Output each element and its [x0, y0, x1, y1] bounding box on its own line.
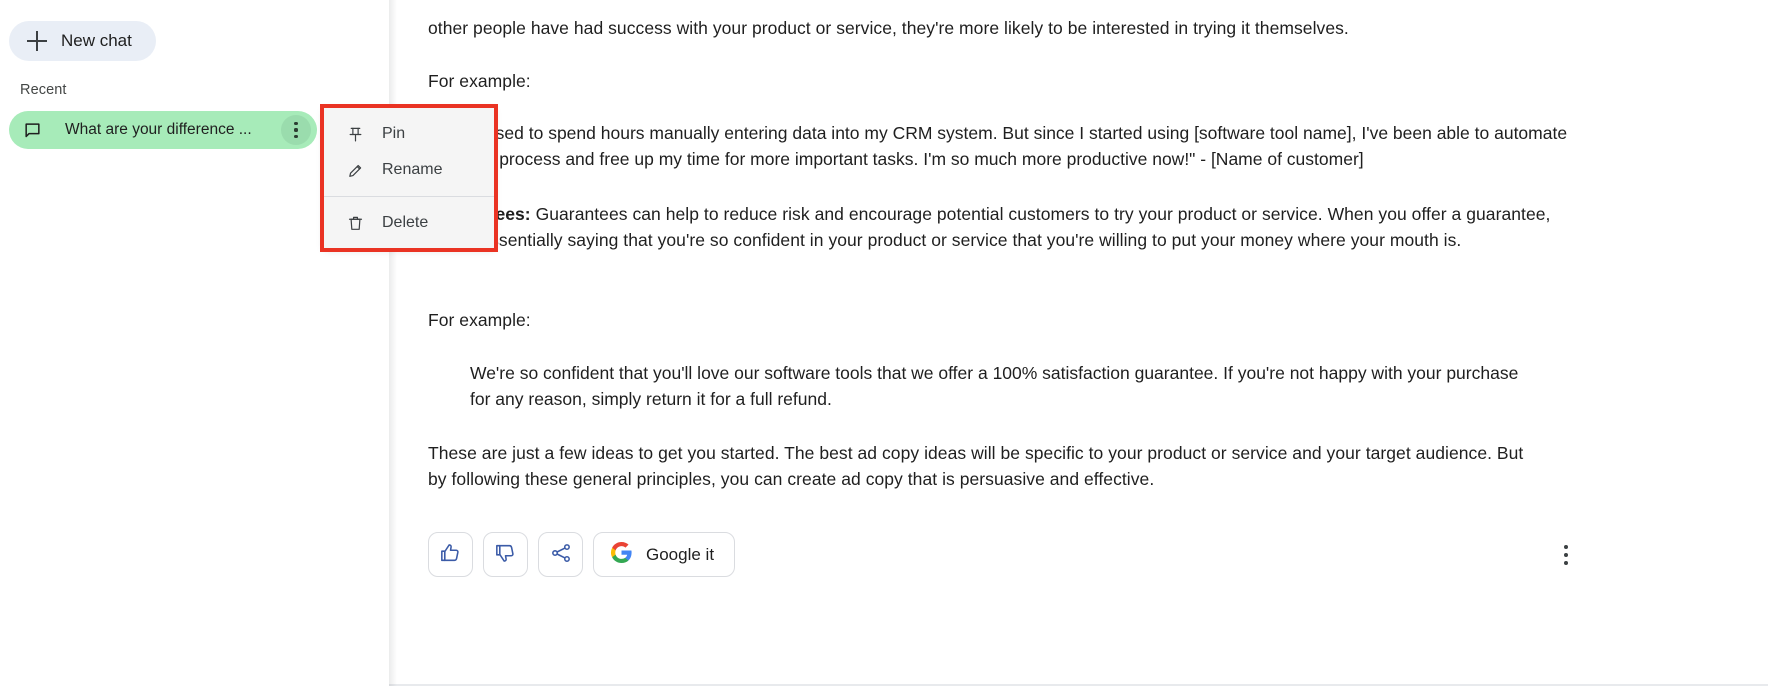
plus-icon: [27, 31, 47, 51]
bard-chat-window: New chat Recent What are your difference…: [0, 0, 1768, 686]
new-chat-button[interactable]: New chat: [9, 21, 156, 61]
thumb-up-icon: [440, 542, 462, 567]
context-menu-label-delete: Delete: [382, 214, 429, 231]
thumb-down-icon: [495, 542, 517, 567]
response-action-bar: Google it: [428, 532, 736, 577]
new-chat-label: New chat: [61, 31, 132, 50]
pencil-icon: [346, 161, 364, 179]
paragraph-conclusion: These are just a few ideas to get you st…: [428, 443, 1524, 489]
paragraph-guarantees: Guarantees: Guarantees can help to reduc…: [428, 201, 1556, 253]
chat-context-menu: Pin Rename Delete: [324, 108, 494, 248]
sidebar-chat-item[interactable]: What are your difference ...: [9, 111, 317, 149]
share-button[interactable]: [538, 532, 583, 577]
trash-icon: [346, 214, 364, 232]
recent-section-label: Recent: [20, 82, 67, 98]
response-more-button[interactable]: [1551, 540, 1581, 570]
quote-crm-testimonial: "I used to spend hours manually entering…: [470, 123, 1568, 169]
context-menu-item-pin[interactable]: Pin: [324, 116, 494, 152]
paragraph-for-example-2: For example:: [428, 310, 531, 330]
paragraph-intro: other people have had success with your …: [428, 18, 1349, 38]
sidebar-chat-item-title: What are your difference ...: [65, 121, 252, 138]
conversation-panel: other people have had success with your …: [389, 0, 1768, 686]
context-menu-label-rename: Rename: [382, 161, 443, 178]
pin-icon: [346, 125, 364, 143]
thumb-down-button[interactable]: [483, 532, 528, 577]
context-menu-item-delete[interactable]: Delete: [324, 205, 494, 241]
context-menu-item-rename[interactable]: Rename: [324, 152, 494, 188]
sidebar: New chat Recent What are your difference…: [0, 0, 389, 686]
google-g-icon: [610, 541, 633, 569]
share-icon: [550, 542, 572, 567]
paragraph-for-example-1: For example:: [428, 71, 531, 91]
google-it-button[interactable]: Google it: [593, 532, 736, 577]
google-it-label: Google it: [646, 544, 715, 564]
guarantees-text: Guarantees can help to reduce risk and e…: [428, 204, 1551, 250]
quote-satisfaction-guarantee: We're so confident that you'll love our …: [470, 363, 1519, 409]
context-menu-divider: [324, 196, 494, 197]
thumb-up-button[interactable]: [428, 532, 473, 577]
chat-bubble-icon: [23, 121, 42, 140]
sidebar-chat-more-button[interactable]: [281, 115, 311, 145]
context-menu-label-pin: Pin: [382, 125, 406, 142]
